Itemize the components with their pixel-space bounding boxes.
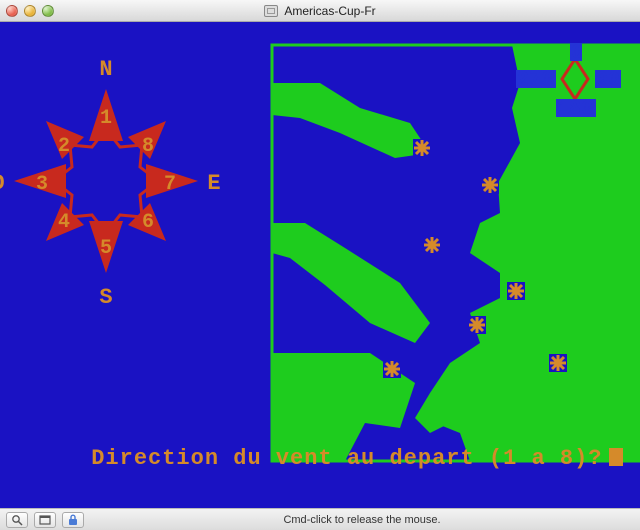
document-proxy-icon <box>264 5 278 17</box>
compass-w: O <box>0 171 5 196</box>
window-title: Americas-Cup-Fr <box>0 4 640 18</box>
compass-dir-2: 2 <box>58 135 70 158</box>
status-text: Cmd-click to release the mouse. <box>90 514 634 526</box>
heading-bottom: 180 <box>557 98 593 121</box>
heading-top: 0 <box>571 42 583 65</box>
compass-s: S <box>99 285 112 310</box>
window-title-text: Americas-Cup-Fr <box>284 4 375 18</box>
compass-dir-4: 4 <box>58 211 70 234</box>
compass-dir-7: 7 <box>164 173 176 196</box>
statusbar: Cmd-click to release the mouse. <box>0 508 640 530</box>
zoom-icon[interactable] <box>42 5 54 17</box>
compass-n: N <box>99 57 112 82</box>
prompt-row[interactable]: Direction du vent au depart (1 a 8)? <box>0 421 640 496</box>
map-marker <box>383 360 401 378</box>
compass-dir-1: 1 <box>100 107 112 130</box>
map-marker <box>413 139 431 157</box>
text-cursor-icon <box>609 448 623 466</box>
map-marker <box>507 282 525 300</box>
compass-e: E <box>207 171 220 196</box>
compass-dir-5: 5 <box>100 237 112 260</box>
minimize-icon[interactable] <box>24 5 36 17</box>
compass-dir-3: 3 <box>36 173 48 196</box>
window-controls <box>6 5 54 17</box>
app-window: Americas-Cup-Fr 0 90 180 <box>0 0 640 530</box>
prompt-text: Direction du vent au depart (1 a 8)? <box>91 446 602 471</box>
zoom-tool-icon[interactable] <box>6 512 28 528</box>
close-icon[interactable] <box>6 5 18 17</box>
map-marker <box>423 236 441 254</box>
compass-dir-8: 8 <box>142 135 154 158</box>
heading-right: 90 <box>596 69 620 92</box>
map-marker <box>468 316 486 334</box>
fullscreen-tool-icon[interactable] <box>34 512 56 528</box>
map-marker <box>481 176 499 194</box>
heading-left: 270 <box>517 69 553 92</box>
map-marker <box>549 354 567 372</box>
lock-icon[interactable] <box>62 512 84 528</box>
titlebar: Americas-Cup-Fr <box>0 0 640 22</box>
compass-rose: 1 2 3 4 5 6 7 8 N S E O <box>0 57 221 310</box>
game-viewport: 0 90 180 270 <box>0 22 640 508</box>
compass-dir-6: 6 <box>142 211 154 234</box>
